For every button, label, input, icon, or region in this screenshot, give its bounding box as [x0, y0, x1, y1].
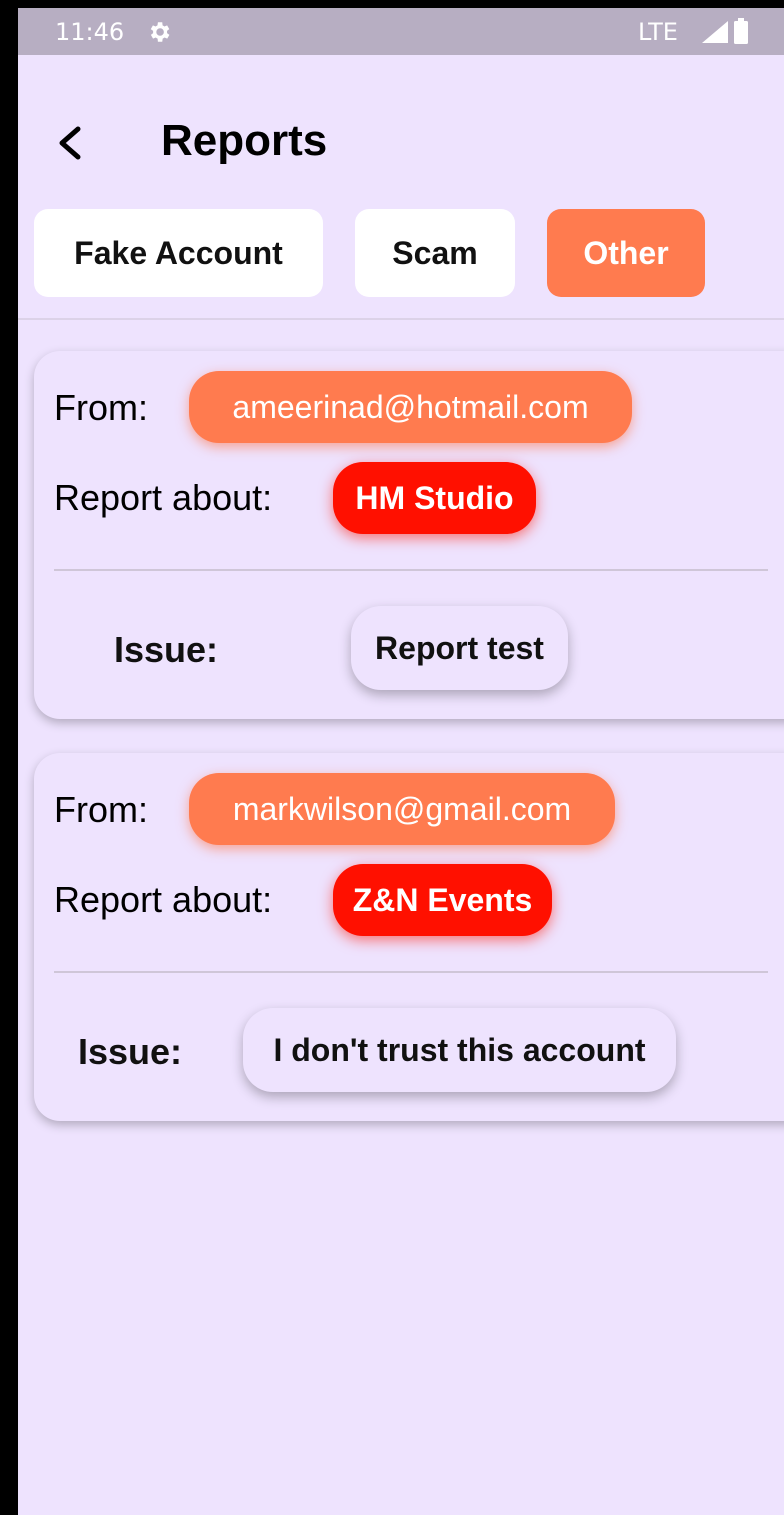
reporter-email-badge: ameerinad@hotmail.com: [189, 371, 632, 443]
issue-label: Issue:: [114, 629, 219, 670]
reporter-email-badge: markwilson@gmail.com: [189, 773, 615, 845]
signal-icon: [702, 21, 728, 43]
report-card[interactable]: From: markwilson@gmail.com Report about:…: [34, 753, 784, 1121]
reported-account-badge[interactable]: Z&N Events: [333, 864, 552, 936]
battery-icon: [734, 18, 748, 44]
report-card[interactable]: From: ameerinad@hotmail.com Report about…: [34, 351, 784, 719]
card-divider: [54, 971, 768, 973]
tab-other[interactable]: Other: [547, 209, 705, 297]
report-about-label: Report about:: [54, 879, 273, 920]
reported-account-badge[interactable]: HM Studio: [333, 462, 536, 534]
back-chevron-icon[interactable]: [48, 113, 92, 173]
issue-text-badge: I don't trust this account: [243, 1008, 676, 1092]
gear-icon: [150, 22, 170, 42]
tab-fake-account[interactable]: Fake Account: [34, 209, 323, 297]
issue-text-badge: Report test: [351, 606, 568, 690]
issue-label: Issue:: [78, 1031, 183, 1072]
page-title: Reports: [161, 116, 328, 165]
network-type: LTE: [638, 18, 678, 46]
report-about-label: Report about:: [54, 477, 273, 518]
reports-screen: 11:46 LTE Reports Fake Account Scam Othe…: [18, 8, 784, 1515]
from-label: From:: [54, 387, 148, 428]
header-divider: [18, 318, 784, 320]
status-time: 11:46: [55, 18, 125, 46]
card-divider: [54, 569, 768, 571]
tab-scam[interactable]: Scam: [355, 209, 515, 297]
from-label: From:: [54, 789, 148, 830]
status-bar: 11:46 LTE: [18, 8, 784, 55]
